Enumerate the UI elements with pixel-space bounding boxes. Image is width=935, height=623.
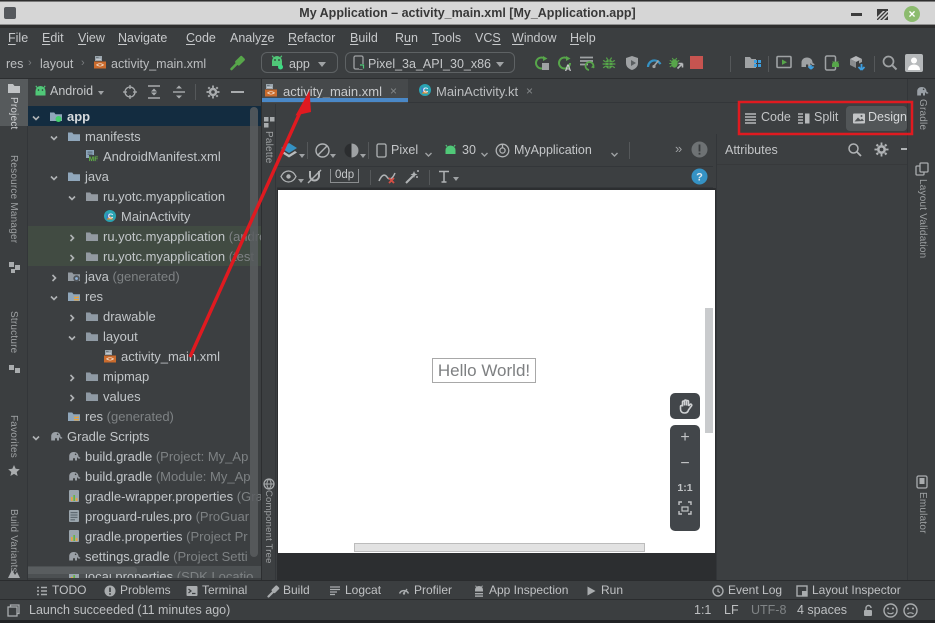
svg-text:C: C [108,212,114,221]
svg-text:<>: <> [267,90,275,97]
svg-text:A: A [565,63,572,71]
svg-text:MF: MF [89,156,98,163]
svg-text:<>: <> [96,62,104,69]
svg-text:<>: <> [106,356,114,363]
svg-text:C: C [423,86,429,95]
svg-text:?: ? [696,172,703,184]
